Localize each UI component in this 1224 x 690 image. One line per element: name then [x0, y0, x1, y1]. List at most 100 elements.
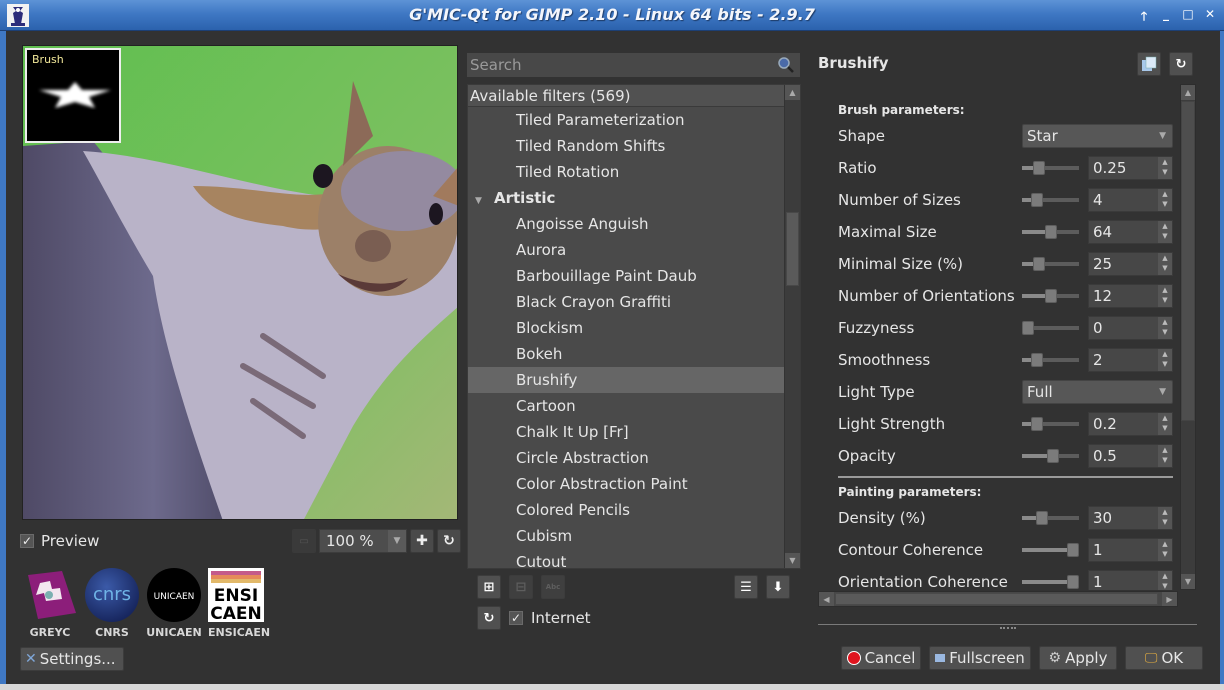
select-filters-button[interactable]: ☰ [734, 575, 758, 599]
internet-checkbox[interactable]: ✓ [509, 611, 523, 625]
spin-arrows-icon[interactable]: ▲ ▼ [1158, 285, 1172, 307]
filter-item[interactable]: Circle Abstraction [468, 445, 785, 471]
filter-item[interactable]: Cutout [468, 549, 785, 569]
param-spinbox[interactable]: 0 ▲ ▼ [1088, 316, 1173, 340]
filter-item[interactable]: Tiled Parameterization [468, 107, 785, 133]
params-scrollbar[interactable]: ▲ ▼ [1180, 84, 1196, 590]
param-slider[interactable] [1022, 414, 1079, 434]
logo-unicaen[interactable]: UNICAEN UNICAEN [146, 567, 202, 639]
spin-arrows-icon[interactable]: ▲ ▼ [1158, 539, 1172, 561]
slider-handle[interactable] [1031, 353, 1043, 367]
expand-collapse-button[interactable]: ⬇ [766, 575, 790, 599]
slider-handle[interactable] [1036, 511, 1048, 525]
spin-arrows-icon[interactable]: ▲ ▼ [1158, 157, 1172, 179]
maximize-icon[interactable]: □ [1182, 7, 1194, 28]
param-slider[interactable] [1022, 158, 1079, 178]
param-spinbox[interactable]: 30 ▲ ▼ [1088, 506, 1173, 530]
param-slider[interactable] [1022, 286, 1079, 306]
filter-item[interactable]: Tiled Random Shifts [468, 133, 785, 159]
slider-handle[interactable] [1045, 225, 1057, 239]
filter-item[interactable]: Tiled Rotation [468, 159, 785, 185]
search-input[interactable] [470, 56, 770, 74]
slider-handle[interactable] [1022, 321, 1034, 335]
scrollbar-thumb[interactable] [786, 212, 799, 286]
scroll-up-icon[interactable]: ▲ [1181, 85, 1195, 100]
param-combo[interactable]: Star ▼ [1022, 124, 1173, 148]
param-spinbox[interactable]: 0.25 ▲ ▼ [1088, 156, 1173, 180]
scroll-up-icon[interactable]: ▲ [785, 85, 800, 100]
logo-ensicaen[interactable]: ENSI CAEN ENSICAEN [208, 567, 270, 639]
param-slider[interactable] [1022, 222, 1079, 242]
rename-favorite-button[interactable]: Abc [541, 575, 565, 599]
slider-handle[interactable] [1067, 575, 1079, 589]
param-slider[interactable] [1022, 540, 1079, 560]
param-spinbox[interactable]: 64 ▲ ▼ [1088, 220, 1173, 244]
slider-handle[interactable] [1047, 449, 1059, 463]
shade-icon[interactable]: 🡑 [1138, 7, 1150, 28]
filter-item[interactable]: Black Crayon Graffiti [468, 289, 785, 315]
logo-greyc[interactable]: GREYC [22, 567, 78, 639]
scroll-down-icon[interactable]: ▼ [1181, 574, 1195, 589]
params-hscrollbar[interactable]: ◀ ▶ [818, 591, 1178, 607]
spin-arrows-icon[interactable]: ▲ ▼ [1158, 349, 1172, 371]
slider-handle[interactable] [1033, 161, 1045, 175]
filter-item[interactable]: Colored Pencils [468, 497, 785, 523]
filter-item[interactable]: Barbouillage Paint Daub [468, 263, 785, 289]
scroll-left-icon[interactable]: ◀ [819, 592, 834, 606]
scrollbar-thumb[interactable] [835, 593, 1158, 605]
filter-category[interactable]: ▼ Artistic [468, 185, 785, 211]
filter-item[interactable]: Cartoon [468, 393, 785, 419]
zoom-out-button[interactable]: ▭ [292, 529, 316, 553]
slider-handle[interactable] [1045, 289, 1057, 303]
param-spinbox[interactable]: 12 ▲ ▼ [1088, 284, 1173, 308]
close-icon[interactable]: ✕ [1204, 7, 1216, 28]
zoom-combo[interactable]: 100 % ▼ [319, 529, 407, 553]
param-spinbox[interactable]: 4 ▲ ▼ [1088, 188, 1173, 212]
spin-arrows-icon[interactable]: ▲ ▼ [1158, 317, 1172, 339]
splitter-handle[interactable] [1000, 627, 1016, 629]
logo-cnrs[interactable]: cnrs CNRS [84, 567, 140, 639]
filter-item[interactable]: Bokeh [468, 341, 785, 367]
param-spinbox[interactable]: 2 ▲ ▼ [1088, 348, 1173, 372]
spin-arrows-icon[interactable]: ▲ ▼ [1158, 507, 1172, 529]
ok-button[interactable]: 🖵 OK [1125, 646, 1203, 670]
scroll-right-icon[interactable]: ▶ [1162, 592, 1177, 606]
filter-item[interactable]: Color Abstraction Paint [468, 471, 785, 497]
expand-arrow-icon[interactable]: ▼ [475, 188, 494, 214]
refresh-filters-button[interactable]: ↻ [477, 606, 501, 630]
zoom-in-button[interactable]: ✚ [410, 529, 434, 553]
filter-item[interactable]: Brushify [468, 367, 785, 393]
filter-item[interactable]: Blockism [468, 315, 785, 341]
spin-arrows-icon[interactable]: ▲ ▼ [1158, 253, 1172, 275]
reset-params-button[interactable]: ↻ [1169, 52, 1193, 76]
slider-handle[interactable] [1067, 543, 1079, 557]
reset-zoom-button[interactable]: ↻ [437, 529, 461, 553]
filter-scrollbar[interactable]: ▲ ▼ [784, 85, 800, 568]
slider-handle[interactable] [1033, 257, 1045, 271]
spin-arrows-icon[interactable]: ▲ ▼ [1158, 221, 1172, 243]
param-spinbox[interactable]: 1 ▲ ▼ [1088, 538, 1173, 562]
param-slider[interactable] [1022, 350, 1079, 370]
param-slider[interactable] [1022, 446, 1079, 466]
filter-item[interactable]: Cubism [468, 523, 785, 549]
param-slider[interactable] [1022, 254, 1079, 274]
fullscreen-button[interactable]: Fullscreen [929, 646, 1031, 670]
filter-item[interactable]: Chalk It Up [Fr] [468, 419, 785, 445]
param-slider[interactable] [1022, 318, 1079, 338]
param-spinbox[interactable]: 1 ▲ ▼ [1088, 570, 1173, 590]
param-slider[interactable] [1022, 508, 1079, 528]
preview-checkbox[interactable]: ✓ [20, 534, 34, 548]
apply-button[interactable]: ⚙ Apply [1039, 646, 1117, 670]
param-slider[interactable] [1022, 572, 1079, 590]
param-combo[interactable]: Full ▼ [1022, 380, 1173, 404]
filter-item[interactable]: Aurora [468, 237, 785, 263]
copy-to-clipboard-button[interactable] [1137, 52, 1161, 76]
slider-handle[interactable] [1031, 193, 1043, 207]
spin-arrows-icon[interactable]: ▲ ▼ [1158, 189, 1172, 211]
filter-item[interactable]: Angoisse Anguish [468, 211, 785, 237]
spin-arrows-icon[interactable]: ▲ ▼ [1158, 445, 1172, 467]
settings-button[interactable]: ✕ Settings... [20, 647, 124, 671]
slider-handle[interactable] [1031, 417, 1043, 431]
spin-arrows-icon[interactable]: ▲ ▼ [1158, 571, 1172, 590]
cancel-button[interactable]: Cancel [841, 646, 921, 670]
